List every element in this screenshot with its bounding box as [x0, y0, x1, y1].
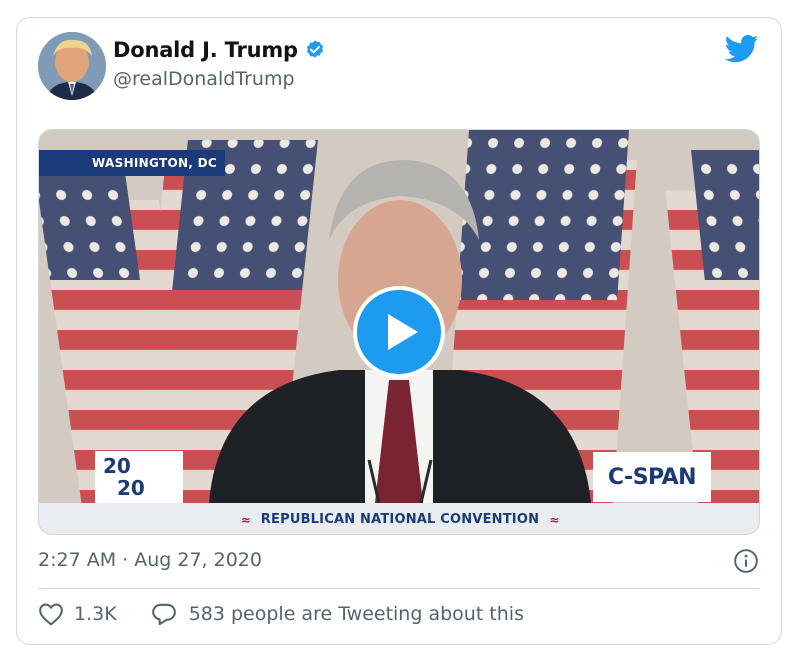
network-logo: C-SPAN: [593, 452, 711, 502]
author-name-row: Donald J. Trump: [113, 38, 326, 62]
author-display-name[interactable]: Donald J. Trump: [113, 38, 298, 62]
twitter-bird-icon[interactable]: [725, 34, 759, 64]
actions-divider: [38, 588, 760, 589]
tweet-timestamp[interactable]: 2:27 AM · Aug 27, 2020: [38, 549, 262, 571]
lower-third: ≈ REPUBLICAN NATIONAL CONVENTION ≈: [39, 503, 759, 534]
heart-icon: [39, 603, 63, 626]
video-player[interactable]: WASHINGTON, DC 20 20 C-SPAN ≈ REPUBLICAN…: [38, 129, 760, 535]
event-logo: 20 20: [95, 451, 183, 503]
verified-badge-icon: [306, 40, 323, 58]
play-icon: [388, 314, 418, 350]
avatar-portrait: [38, 32, 106, 100]
conversation-link[interactable]: 583 people are Tweeting about this: [151, 602, 524, 626]
like-count: 1.3K: [74, 603, 117, 625]
author-avatar[interactable]: [38, 32, 106, 100]
lower-third-text: REPUBLICAN NATIONAL CONVENTION: [260, 512, 540, 527]
author-handle[interactable]: @realDonaldTrump: [113, 68, 295, 90]
tweet-actions: 1.3K 583 people are Tweeting about this: [38, 602, 524, 626]
reply-bubble-icon: [151, 603, 176, 626]
like-button[interactable]: 1.3K: [38, 602, 117, 626]
conversation-text: 583 people are Tweeting about this: [188, 603, 524, 625]
flag-mark-icon: ≈: [549, 512, 560, 527]
flag-mark-icon: ≈: [240, 512, 251, 527]
tweet-card[interactable]: Donald J. Trump @realDonaldTrump WASHING…: [16, 17, 782, 645]
event-logo-line1: 20: [103, 454, 131, 478]
info-icon[interactable]: [733, 548, 759, 574]
event-logo-line2: 20: [117, 476, 145, 500]
play-button[interactable]: [353, 286, 445, 378]
location-banner: WASHINGTON, DC: [39, 150, 225, 176]
